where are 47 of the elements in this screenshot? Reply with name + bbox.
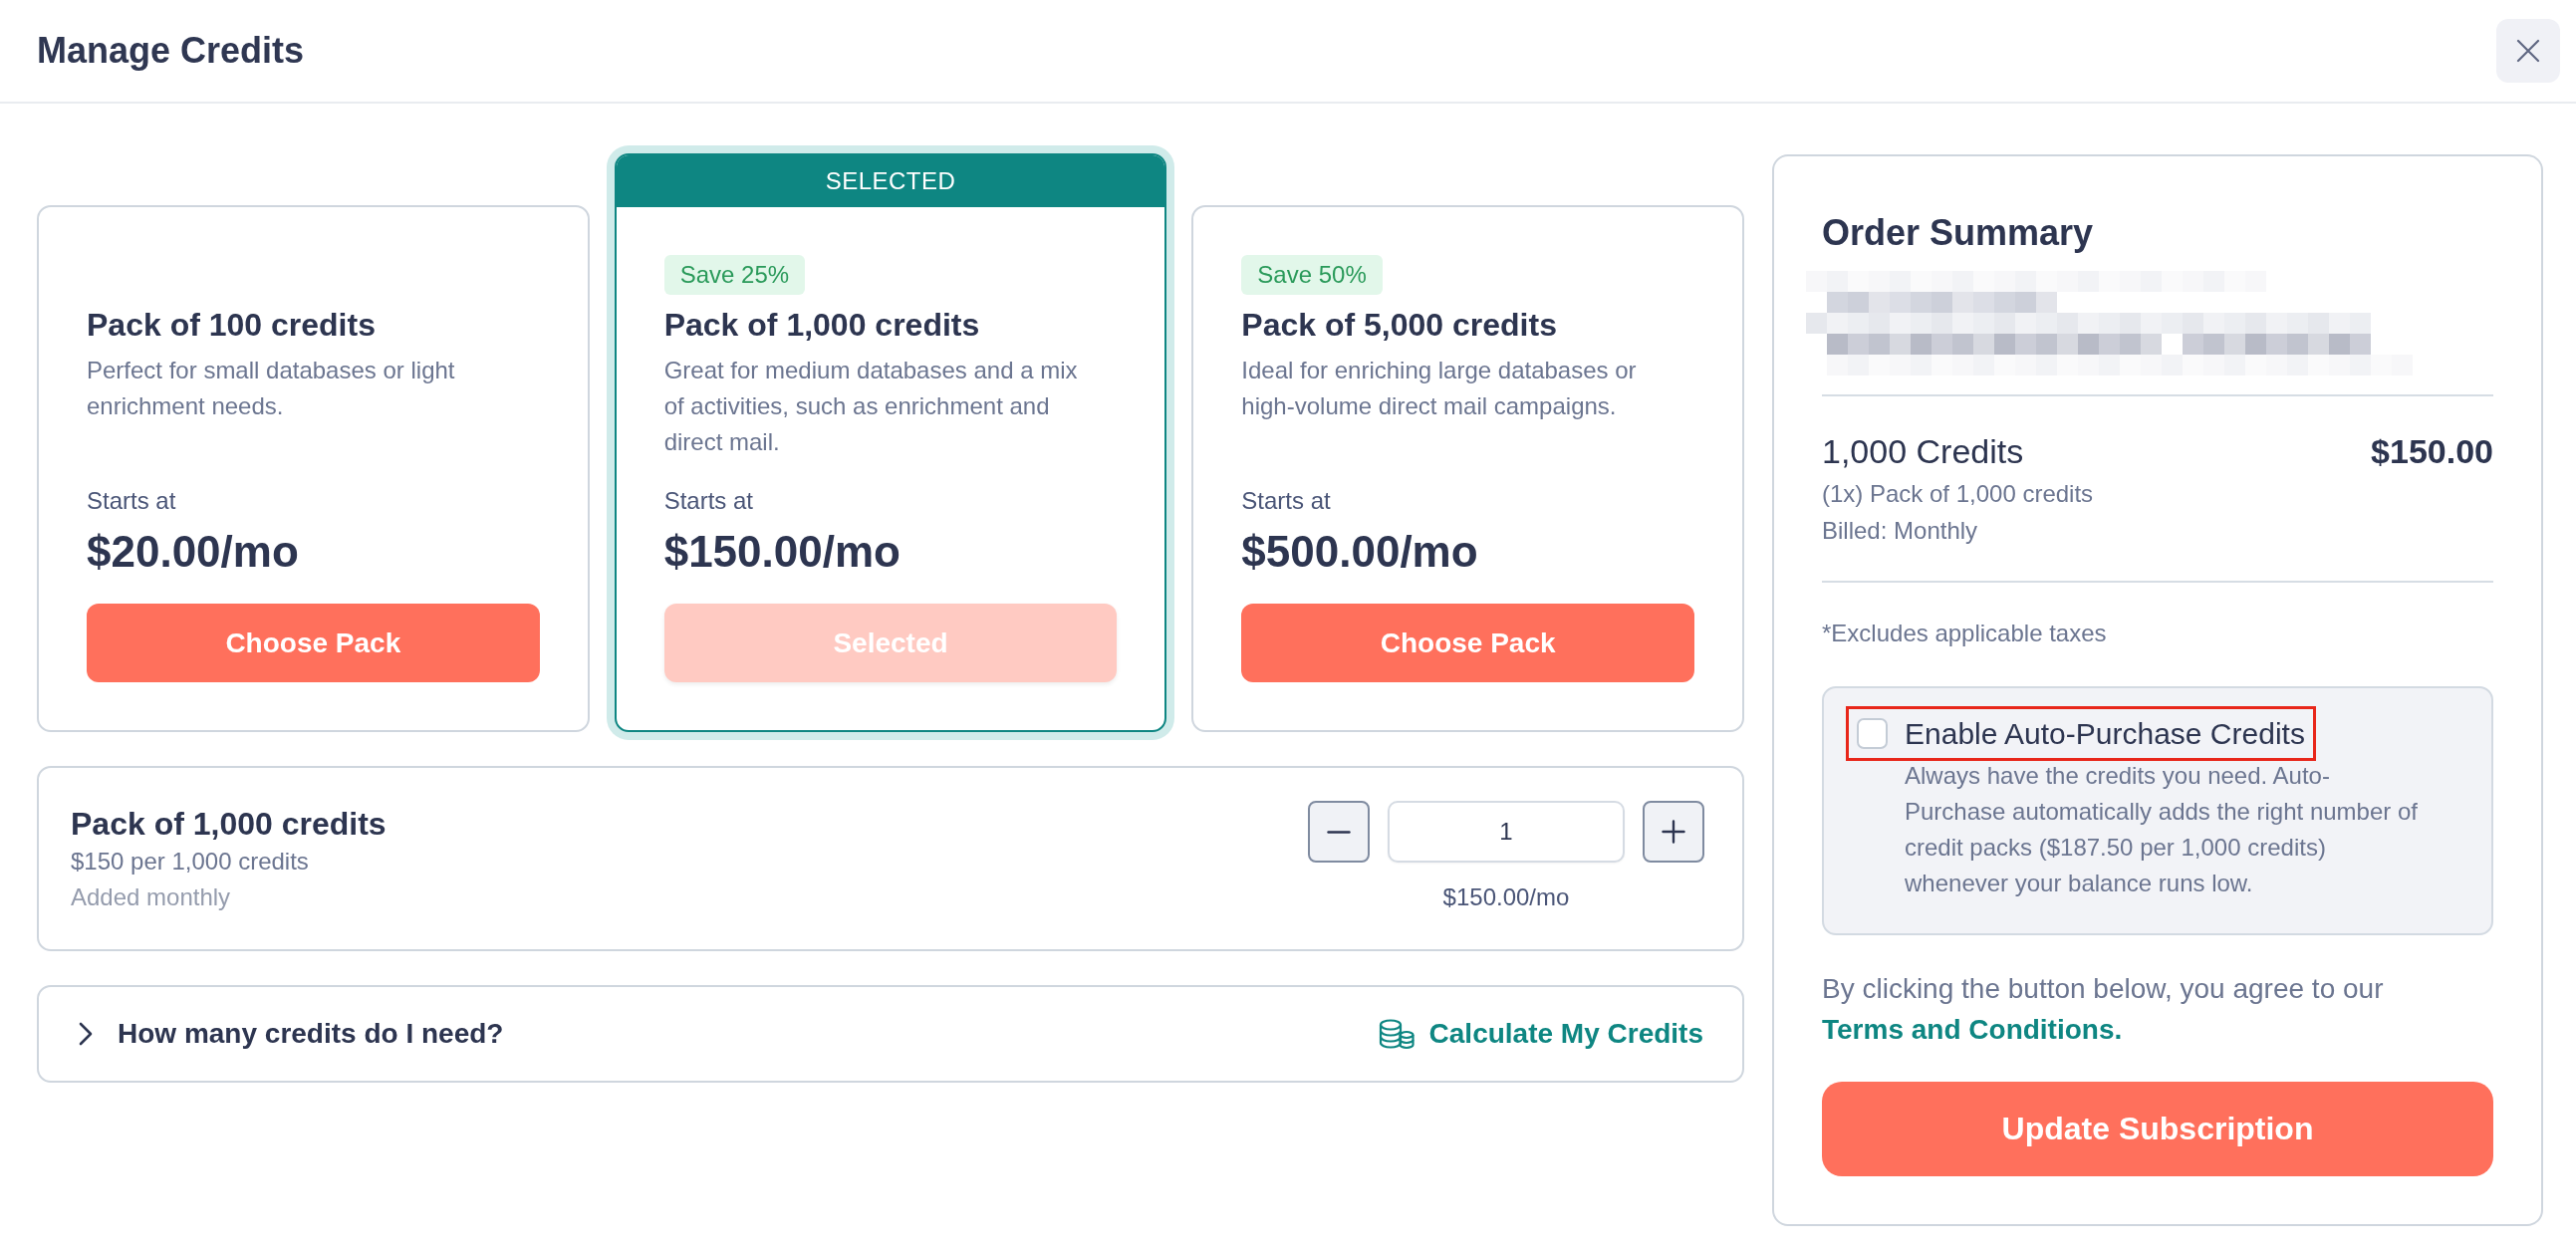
close-icon: [2516, 39, 2540, 63]
pack-card[interactable]: Save 50% Pack of 5,000 credits Ideal for enriching large databases or high-volume direct mail campaigns. Starts at $500.00/mo Choose Pack: [1191, 205, 1744, 732]
auto-purchase-checkbox[interactable]: [1857, 718, 1888, 749]
billing-frequency: Added monthly: [71, 882, 231, 912]
line-item-name: 1,000 Credits: [1822, 431, 2024, 472]
select-pack-button[interactable]: Choose Pack: [87, 604, 540, 682]
terms-link[interactable]: Terms and Conditions.: [1822, 1014, 2123, 1045]
pack-description: Perfect for small databases or light enrichment needs.: [87, 356, 456, 421]
auto-purchase-description: Always have the credits you need. Auto-Purchase automatically adds the right number of credit packs ($187.50 per 1,000 credits) whenever your balance runs low.: [1905, 761, 2419, 898]
quantity-pack-title: Pack of 1,000 credits: [71, 805, 386, 844]
pack-title: Pack of 1,000 credits: [663, 306, 980, 345]
pack-price: $150.00/mo: [663, 526, 901, 578]
selected-banner: SELECTED: [616, 155, 1165, 207]
tax-note: *Excludes applicable taxes: [1822, 619, 2107, 648]
pack-price: $20.00/mo: [87, 526, 299, 578]
select-pack-button[interactable]: Choose Pack: [1241, 604, 1694, 682]
update-subscription-button[interactable]: Update Subscription: [1822, 1082, 2493, 1176]
dialog-title: Manage Credits: [37, 29, 305, 73]
line-item-detail: Billed: Monthly: [1822, 516, 1978, 546]
line-item-detail: (1x) Pack of 1,000 credits: [1822, 479, 2094, 509]
price-caption: Starts at: [1241, 486, 1331, 516]
pack-title: Pack of 5,000 credits: [1241, 306, 1557, 345]
price-caption: Starts at: [663, 486, 754, 516]
minus-icon: [1327, 830, 1351, 834]
pack-card[interactable]: Pack of 100 credits Perfect for small databases or light enrichment needs. Starts at $20.00/mo Choose Pack: [37, 205, 590, 732]
pack-description: Great for medium databases and a mix of activities, such as enrichment and direct mail.: [663, 356, 1079, 457]
close-button[interactable]: [2496, 19, 2560, 83]
discount-badge: Save 50%: [1241, 255, 1383, 295]
agreement-text: By clicking the button below, you agree to our Terms and Conditions.: [1822, 972, 2385, 1047]
auto-purchase-label: Enable Auto-Purchase Credits: [1905, 716, 2305, 752]
faq-question: How many credits do I need?: [118, 1017, 505, 1051]
discount-badge: Save 25%: [663, 255, 806, 295]
pack-title: Pack of 100 credits: [87, 306, 376, 345]
faq-accordion[interactable]: How many credits do I need? Calculate My Credits: [37, 985, 1744, 1083]
increment-button[interactable]: [1643, 801, 1704, 863]
coins-icon: [1378, 1018, 1415, 1050]
summary-title: Order Summary: [1822, 211, 2094, 255]
quantity-subtotal: $150.00/mo: [1442, 882, 1570, 912]
quantity-field[interactable]: 1: [1388, 801, 1625, 863]
price-caption: Starts at: [87, 486, 176, 516]
decrement-button[interactable]: [1308, 801, 1370, 863]
line-item-price: $150.00: [2371, 431, 2493, 472]
plus-icon: [1662, 820, 1685, 844]
calculate-credits-link[interactable]: Calculate My Credits: [1378, 1016, 1703, 1052]
pack-description: Ideal for enriching large databases or high-volume direct mail campaigns.: [1241, 356, 1638, 421]
pack-price: $500.00/mo: [1241, 526, 1478, 578]
pack-rate: $150 per 1,000 credits: [71, 847, 309, 876]
